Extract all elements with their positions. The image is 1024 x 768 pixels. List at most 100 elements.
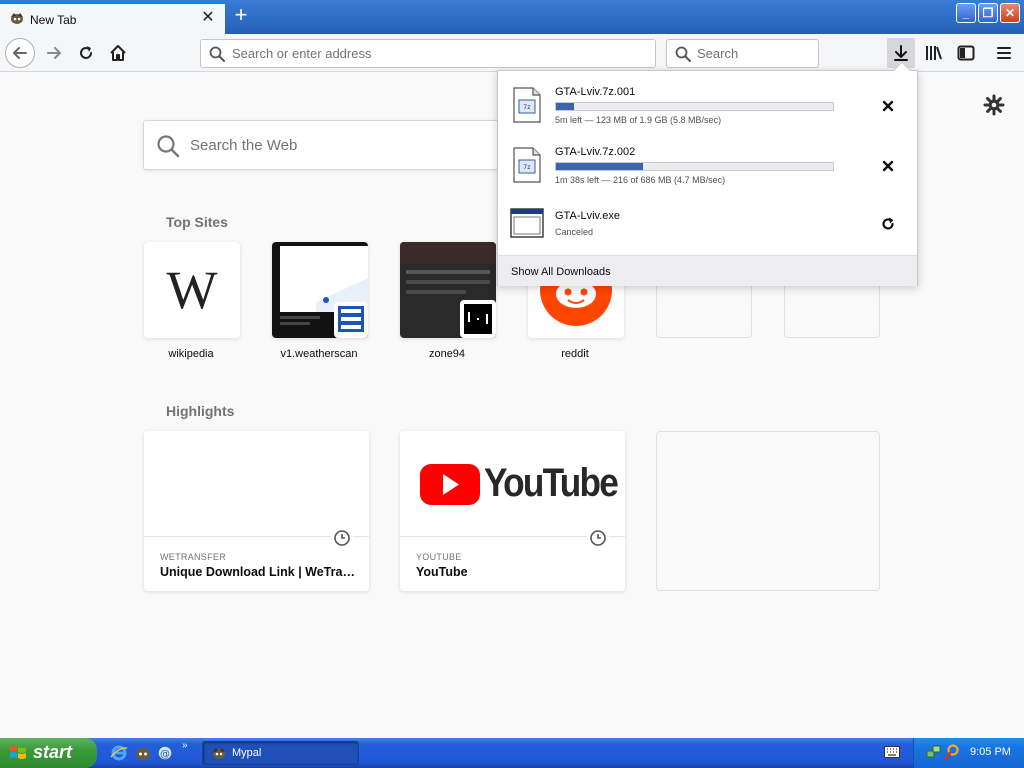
taskbar-button-mypal[interactable]: Mypal [202, 741, 359, 765]
top-site-label: reddit [561, 348, 589, 360]
taskbar: start @ » Mypal 9:05 PM [0, 738, 1024, 768]
svg-text:7z: 7z [523, 164, 531, 171]
home-button[interactable] [104, 39, 132, 67]
tab-close-icon[interactable]: ✕ [199, 9, 217, 27]
network-icon[interactable] [926, 744, 942, 760]
search-icon [675, 46, 691, 62]
menu-button[interactable] [990, 39, 1018, 67]
tab-strip: New Tab ✕ + _ ❐ ✕ [0, 0, 1024, 34]
svg-text:W: W [167, 260, 218, 320]
start-label: start [33, 742, 73, 762]
archive-file-icon: 7z [513, 147, 541, 183]
url-input[interactable] [232, 40, 642, 67]
download-filename: GTA-Lviv.7z.001 [555, 86, 636, 98]
top-site-label: v1.weatherscan [280, 348, 358, 360]
highlight-thumbnail [144, 431, 369, 537]
highlight-card-youtube[interactable]: YouTube YOUTUBE YouTube [400, 431, 625, 591]
highlight-title: Unique Download Link | WeTran... [160, 565, 360, 579]
internet-explorer-icon[interactable] [110, 744, 128, 762]
weatherscan-thumbnail-icon [272, 242, 368, 338]
archive-file-icon: 7z [513, 87, 541, 123]
download-item[interactable]: 7z GTA-Lviv.7z.002 1m 38s left — 216 of … [498, 136, 917, 196]
email-client-icon[interactable]: @ [156, 744, 174, 762]
search-icon [157, 135, 180, 158]
show-all-downloads-label: Show All Downloads [511, 266, 611, 278]
top-sites-heading: Top Sites [166, 214, 228, 230]
download-status: Canceled [555, 227, 594, 237]
downloads-icon [894, 45, 908, 61]
highlight-empty-slot [656, 431, 880, 591]
maximize-button[interactable]: ❐ [978, 3, 998, 23]
hamburger-menu-icon [997, 47, 1011, 59]
tab-new-tab[interactable]: New Tab ✕ [0, 2, 225, 34]
mypal-app-icon [213, 748, 225, 759]
start-button[interactable]: start [0, 738, 97, 768]
forward-icon [47, 47, 61, 59]
minimize-button[interactable]: _ [956, 3, 976, 23]
home-icon [110, 45, 126, 61]
cancel-download-button[interactable] [878, 156, 898, 176]
library-button[interactable] [920, 39, 948, 67]
highlight-source: YOUTUBE [416, 552, 462, 562]
svg-text:@: @ [160, 749, 170, 760]
show-all-downloads-button[interactable]: Show All Downloads [498, 255, 917, 286]
top-site-weatherscan[interactable] [272, 242, 368, 338]
taskbar-button-label: Mypal [232, 747, 262, 759]
search-bar[interactable] [666, 39, 819, 68]
cancel-download-button[interactable] [878, 96, 898, 116]
top-site-zone94[interactable] [400, 242, 496, 338]
highlight-card-wetransfer[interactable]: WETRANSFER Unique Download Link | WeTran… [144, 431, 369, 591]
mypal-quicklaunch-icon[interactable] [134, 744, 152, 762]
close-icon [882, 160, 894, 172]
executable-file-icon [510, 208, 544, 238]
retry-icon [882, 217, 894, 230]
download-status: 5m left — 123 MB of 1.9 GB (5.8 MB/sec) [555, 115, 722, 125]
quicklaunch-chevron-icon[interactable]: » [182, 740, 188, 751]
close-window-button[interactable]: ✕ [1000, 3, 1020, 23]
download-progress-bar [555, 102, 834, 111]
youtube-wordmark: YouTube [484, 461, 619, 505]
zone94-thumbnail-icon [400, 242, 496, 338]
downloads-panel: 7z GTA-Lviv.7z.001 5m left — 123 MB of 1… [497, 61, 918, 286]
wikipedia-logo-icon: W [167, 260, 218, 320]
highlight-source: WETRANSFER [160, 552, 226, 562]
highlight-thumbnail: YouTube [400, 431, 625, 537]
back-icon [13, 47, 27, 59]
download-item[interactable]: 7z GTA-Lviv.7z.001 5m left — 123 MB of 1… [498, 76, 917, 136]
retry-download-button[interactable] [878, 214, 898, 234]
top-site-label: wikipedia [168, 348, 214, 360]
search-input[interactable] [697, 40, 812, 67]
download-filename: GTA-Lviv.exe [555, 210, 620, 222]
keyboard-language-icon[interactable] [884, 746, 900, 758]
sidebar-icon [957, 45, 975, 61]
clock-icon [587, 527, 609, 549]
navigation-toolbar [0, 34, 1024, 72]
newtab-settings-button[interactable] [983, 94, 1005, 116]
library-icon [926, 46, 942, 60]
windows-flag-icon [10, 746, 26, 759]
system-clock: 9:05 PM [970, 746, 1011, 758]
download-progress-bar [555, 162, 834, 171]
tab-title: New Tab [30, 13, 77, 27]
sidebar-button[interactable] [952, 39, 980, 67]
tray-search-icon[interactable] [944, 744, 960, 760]
new-tab-button[interactable]: + [230, 4, 252, 28]
download-status: 1m 38s left — 216 of 686 MB (4.7 MB/sec) [555, 175, 726, 185]
clock-icon [331, 527, 353, 549]
download-filename: GTA-Lviv.7z.002 [555, 146, 636, 158]
system-tray: 9:05 PM [913, 738, 1024, 768]
mypal-favicon-icon [11, 13, 23, 24]
download-item[interactable]: GTA-Lviv.exe Canceled [498, 196, 917, 256]
url-bar[interactable] [200, 39, 656, 68]
reload-icon [80, 46, 92, 59]
gear-icon [983, 94, 1005, 116]
svg-text:7z: 7z [523, 104, 531, 111]
reload-button[interactable] [72, 39, 100, 67]
top-site-wikipedia[interactable]: W [144, 242, 240, 338]
highlight-title: YouTube [416, 565, 468, 579]
search-icon [209, 46, 225, 62]
web-search-input[interactable] [190, 121, 490, 169]
back-button[interactable] [5, 38, 35, 68]
forward-button[interactable] [40, 39, 68, 67]
highlights-heading: Highlights [166, 403, 235, 419]
